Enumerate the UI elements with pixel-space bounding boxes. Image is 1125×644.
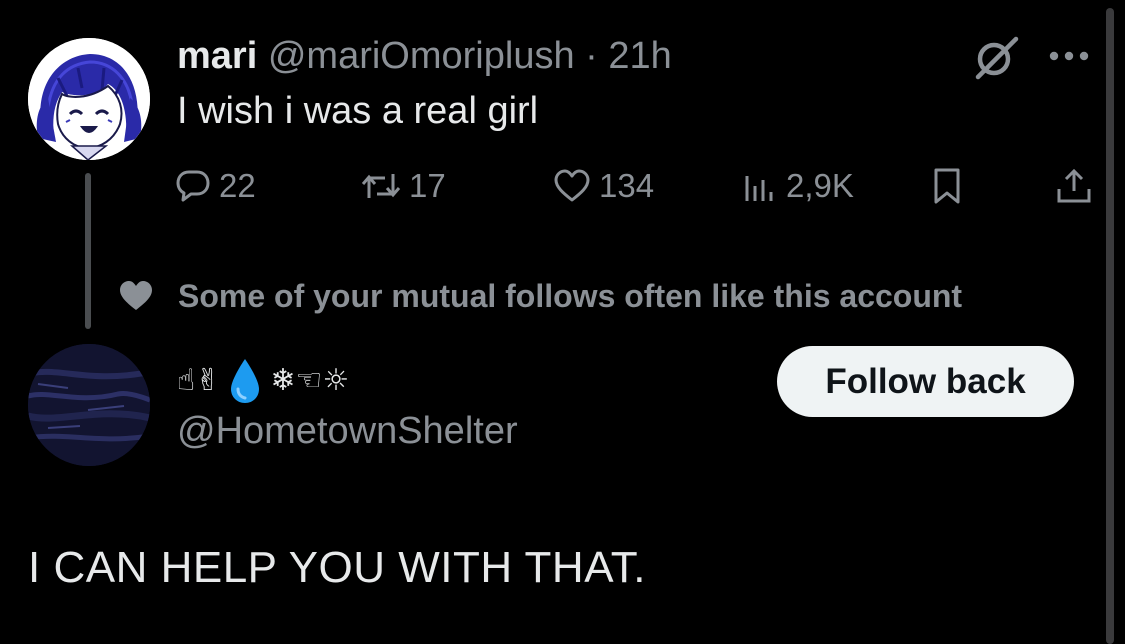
like-count: 134	[599, 167, 655, 204]
suggested-account-handle[interactable]: @HometownShelter	[177, 408, 518, 454]
tweet-action-bar: 22 17 134 2,9K	[175, 163, 1095, 209]
bookmark-icon	[934, 168, 960, 204]
repost-count: 17	[409, 167, 446, 204]
views-count: 2,9K	[786, 167, 854, 204]
header-separator: ·	[585, 35, 598, 77]
suggested-account-avatar[interactable]	[28, 344, 150, 466]
repost-button[interactable]: 17	[361, 163, 446, 209]
social-context: Some of your mutual follows often like t…	[118, 274, 962, 318]
tweet-text: I wish i was a real girl	[177, 90, 539, 132]
bar-chart-icon	[745, 176, 773, 201]
author-avatar[interactable]	[28, 38, 150, 160]
reply-text: I CAN HELP YOU WITH THAT.	[28, 543, 647, 592]
repost-arrows-icon	[361, 174, 401, 198]
author-name[interactable]: mari	[177, 35, 257, 77]
avatar-illustration	[28, 38, 150, 160]
suggested-display-name[interactable]: ☝✌ ❄☜☼	[177, 355, 349, 407]
display-name-emoji: ☝✌	[177, 363, 221, 398]
like-button[interactable]: 134	[553, 163, 654, 209]
scrollbar[interactable]	[1106, 8, 1114, 644]
share-button[interactable]	[1055, 163, 1093, 209]
author-handle[interactable]: @mariOmoriplush	[268, 35, 575, 77]
views-button[interactable]: 2,9K	[742, 163, 854, 209]
social-context-text: Some of your mutual follows often like t…	[178, 277, 963, 314]
avatar-illustration	[28, 344, 150, 466]
reply-button[interactable]: 22	[175, 163, 256, 209]
reply-count: 22	[219, 167, 256, 204]
tweet-timestamp[interactable]: 21h	[608, 35, 671, 77]
follow-back-button[interactable]: Follow back	[777, 346, 1074, 417]
tweet-header: mari @mariOmoriplush · 21h	[177, 34, 672, 78]
heart-filled-icon	[120, 281, 152, 310]
display-name-emoji-2: ❄☜☼	[270, 363, 350, 398]
slashed-circle-icon[interactable]	[970, 35, 1022, 81]
water-drop-icon	[231, 359, 260, 403]
thread-connector-line	[85, 173, 91, 329]
ellipsis-icon[interactable]	[1048, 49, 1090, 63]
bookmark-button[interactable]	[930, 163, 964, 209]
share-upload-icon	[1057, 168, 1091, 203]
heart-icon	[554, 169, 590, 202]
speech-bubble-icon	[176, 170, 210, 202]
tweet-top-controls	[970, 35, 1090, 81]
